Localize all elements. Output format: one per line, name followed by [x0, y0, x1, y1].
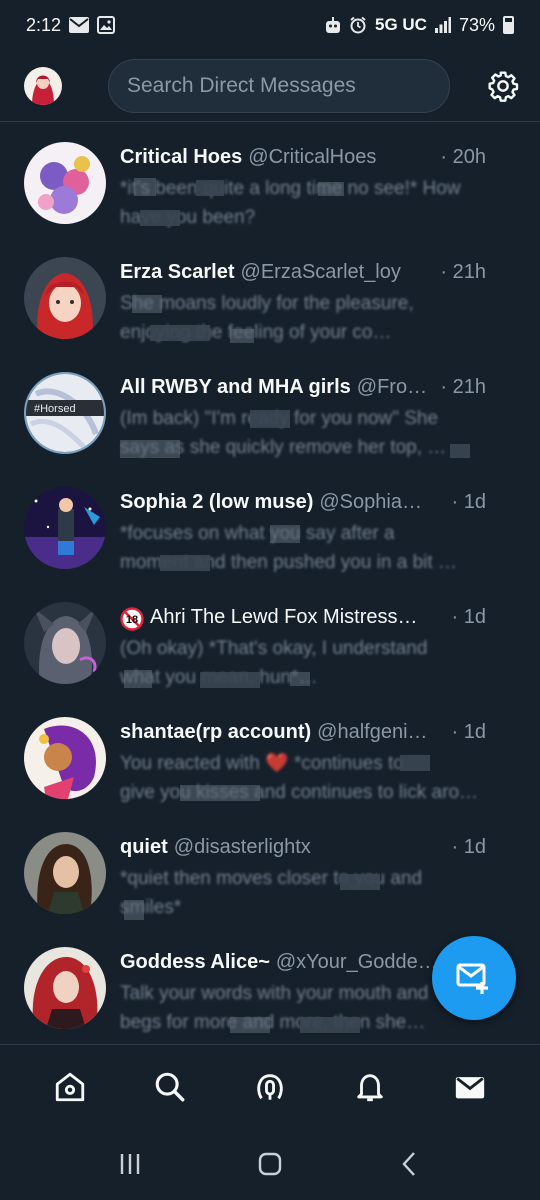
conversation-avatar [24, 717, 106, 799]
conversation-handle: @Fro… [356, 376, 428, 398]
conversation-name: Critical Hoes [120, 146, 243, 168]
conversation-handle: @disasterlightx [173, 836, 311, 858]
conversation-name: All RWBY and MHA girls [120, 376, 351, 398]
conversation-row[interactable]: 18 Ahri The Lewd Fox Mistress… · 1d (Oh … [0, 588, 540, 703]
conversation-preview: *focuses on what you say after a moment … [120, 519, 480, 581]
conversation-time: · 21h [434, 261, 486, 284]
conversation-row[interactable]: #Horsed All RWBY and MHA girls @Fro… · 2… [0, 358, 540, 473]
conversation-time: · 1d [445, 606, 486, 629]
settings-gear-icon[interactable] [486, 69, 520, 103]
conversation-header: Goddess Alice~ @xYour_Godde… [120, 951, 486, 977]
new-message-button[interactable] [432, 936, 516, 1020]
conversation-row[interactable]: shantae(rp account) @halfgeni… · 1d You … [0, 703, 540, 818]
conversation-handle: @ErzaScarlet_loy [240, 261, 401, 283]
profile-avatar[interactable] [24, 66, 62, 105]
preview-line-1: Talk your words with your mouth and [120, 983, 429, 1004]
age-restricted-18-icon: 18 [120, 607, 144, 631]
preview-line-2: give you kisses and continues to lick ar… [120, 782, 480, 803]
preview-line-1: (Oh okay) *That's okay, I understand [120, 638, 428, 659]
preview-line-1: She moans loudly for the pleasure, [120, 293, 414, 314]
conversation-row[interactable]: Erza Scarlet @ErzaScarlet_loy · 21h She … [0, 243, 540, 358]
network-label: 5G UC [375, 15, 427, 34]
conversation-preview: *it's been quite a long time no see!* Ho… [120, 174, 480, 236]
envelope-icon [455, 1076, 485, 1098]
clock: 2:12 [26, 14, 62, 35]
conversation-handle: @xYour_Godde… [275, 951, 438, 973]
conversation-name: quiet [120, 836, 168, 858]
conversation-preview: She moans loudly for the pleasure, enjoy… [120, 289, 480, 351]
conversation-handle: @Sophia… [319, 491, 422, 513]
conversation-time: · 1d [445, 836, 486, 859]
tab-notifications[interactable] [340, 1057, 400, 1117]
conversation-avatar [24, 832, 106, 914]
svg-text:18: 18 [126, 614, 138, 626]
conversation-name: Sophia 2 (low muse) [120, 491, 314, 513]
tab-search[interactable] [140, 1057, 200, 1117]
battery-percent: 73% [458, 14, 495, 35]
home-square-icon [258, 1152, 282, 1176]
home-system-button[interactable] [240, 1134, 300, 1194]
conversation-header: quiet @disasterlightx [120, 836, 486, 862]
conversation-row[interactable]: Sophia 2 (low muse) @Sophia… · 1d *focus… [0, 473, 540, 588]
conversation-name: Ahri The Lewd Fox Mistress… [150, 606, 418, 628]
search-input[interactable]: Search Direct Messages [108, 58, 451, 113]
conversation-time: · 1d [445, 721, 486, 744]
conversation-name: shantae(rp account) [120, 721, 312, 743]
recents-icon [120, 1154, 140, 1174]
conversation-name: Goddess Alice~ [120, 951, 270, 973]
conversation-header: Critical Hoes @CriticalHoes [120, 146, 486, 172]
gallery-icon [97, 16, 116, 34]
tab-home[interactable] [40, 1057, 100, 1117]
mail-icon [69, 17, 90, 33]
conversation-preview: *quiet then moves closer to you and smil… [120, 864, 480, 926]
conversation-preview: (Oh okay) *That's okay, I understand wha… [120, 634, 480, 696]
conversation-handle: @halfgeni… [317, 721, 428, 743]
conversation-header: shantae(rp account) @halfgeni… [120, 721, 486, 747]
tab-spaces[interactable] [240, 1057, 300, 1117]
conversation-avatar [24, 142, 106, 224]
bottom-tab-bar [0, 1044, 540, 1128]
status-bar: 2:12 5G UC 73% [0, 0, 540, 50]
system-navigation-bar [0, 1128, 540, 1200]
preview-line-1: *focuses on what you say after a [120, 523, 395, 544]
conversation-avatar: #Horsed [24, 372, 106, 454]
alarm-icon [349, 16, 367, 34]
robot-icon [325, 16, 341, 34]
preview-line-1: *it's been quite a long time no see!* Ho… [120, 178, 461, 199]
svg-text:#Horsed: #Horsed [34, 403, 76, 415]
conversation-header: Erza Scarlet @ErzaScarlet_loy [120, 261, 486, 287]
conversation-avatar [24, 487, 106, 569]
search-placeholder: Search Direct Messages [127, 73, 356, 97]
back-button[interactable] [380, 1134, 440, 1194]
conversation-avatar [24, 257, 106, 339]
conversation-row[interactable]: quiet @disasterlightx · 1d *quiet then m… [0, 818, 540, 933]
compose-message-icon [456, 963, 488, 994]
search-icon [155, 1072, 185, 1101]
conversation-time: · 21h [434, 376, 486, 399]
conversation-handle: @CriticalHoes [248, 146, 377, 168]
signal-icon [434, 17, 451, 33]
dm-header: Search Direct Messages [0, 50, 540, 122]
dm-screen: 2:12 5G UC 73% Search Direct Messages Cr… [0, 0, 540, 1200]
conversation-time: · 1d [445, 491, 486, 514]
conversation-header: 18 Ahri The Lewd Fox Mistress… [120, 606, 486, 632]
preview-line-2: smiles* [120, 897, 182, 918]
conversation-avatar [24, 602, 106, 684]
conversation-name: Erza Scarlet [120, 261, 235, 283]
conversation-header: All RWBY and MHA girls @Fro… [120, 376, 486, 402]
home-icon [55, 1072, 85, 1101]
battery-icon [503, 16, 514, 34]
conversation-row[interactable]: Critical Hoes @CriticalHoes · 20h *it's … [0, 128, 540, 243]
conversation-header: Sophia 2 (low muse) @Sophia… [120, 491, 486, 517]
preview-line-1: (Im back) "I'm ready for you now" She [120, 408, 439, 429]
back-chevron-icon [402, 1152, 415, 1176]
tab-messages[interactable] [440, 1057, 500, 1117]
conversation-time: · 20h [434, 146, 486, 169]
conversation-avatar [24, 947, 106, 1029]
recent-apps-button[interactable] [100, 1134, 160, 1194]
spaces-mic-icon [257, 1073, 283, 1100]
preview-line-1: *quiet then moves closer to you and [120, 868, 423, 889]
bell-icon [357, 1073, 383, 1101]
